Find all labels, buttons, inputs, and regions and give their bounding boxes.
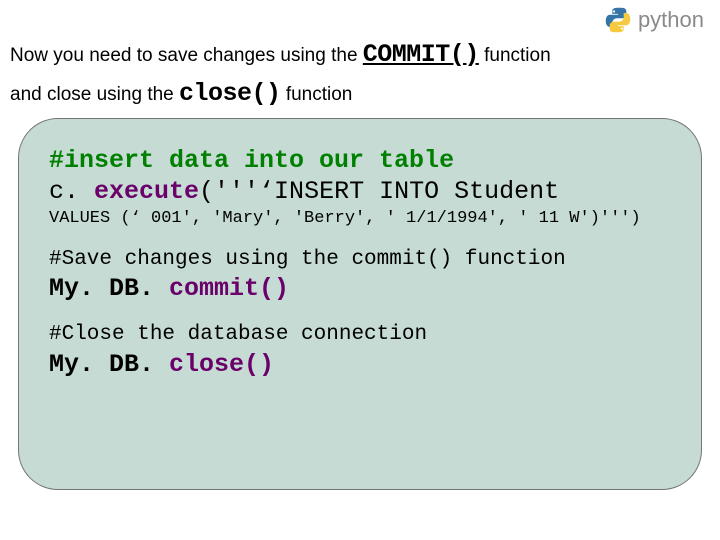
intro-line-1: Now you need to save changes using the C… <box>10 45 551 66</box>
intro-pre1: Now you need to save changes using the <box>10 45 363 66</box>
code-execute-line: c. execute('''‘INSERT INTO Student <box>49 176 671 207</box>
code-values-line: VALUES (‘ 001', 'Mary', 'Berry', ' 1/1/1… <box>49 208 671 229</box>
code-comment-insert: #insert data into our table <box>49 145 671 176</box>
intro-line-2: and close using the close() function <box>10 84 352 105</box>
keyword-close: close() <box>179 79 281 108</box>
intro-post1: function <box>479 45 551 66</box>
intro-post2: function <box>281 84 353 105</box>
python-logo-text: python <box>638 7 704 33</box>
python-logo: python <box>604 6 704 34</box>
intro-pre2: and close using the <box>10 84 179 105</box>
code-close-line: My. DB. close() <box>49 349 671 380</box>
code-block: #insert data into our table c. execute('… <box>18 118 702 490</box>
intro-text: Now you need to save changes using the C… <box>10 36 710 114</box>
keyword-commit: COMMIT() <box>363 40 479 69</box>
code-commit-line: My. DB. commit() <box>49 273 671 304</box>
code-commit-keyword: commit() <box>169 274 289 303</box>
code-comment-save: #Save changes using the commit() functio… <box>49 247 671 273</box>
spacer <box>49 304 671 322</box>
code-execute-keyword: execute <box>94 177 199 206</box>
python-logo-icon <box>604 6 632 34</box>
code-close-keyword: close() <box>169 350 274 379</box>
code-comment-close: #Close the database connection <box>49 322 671 348</box>
spacer <box>49 229 671 247</box>
